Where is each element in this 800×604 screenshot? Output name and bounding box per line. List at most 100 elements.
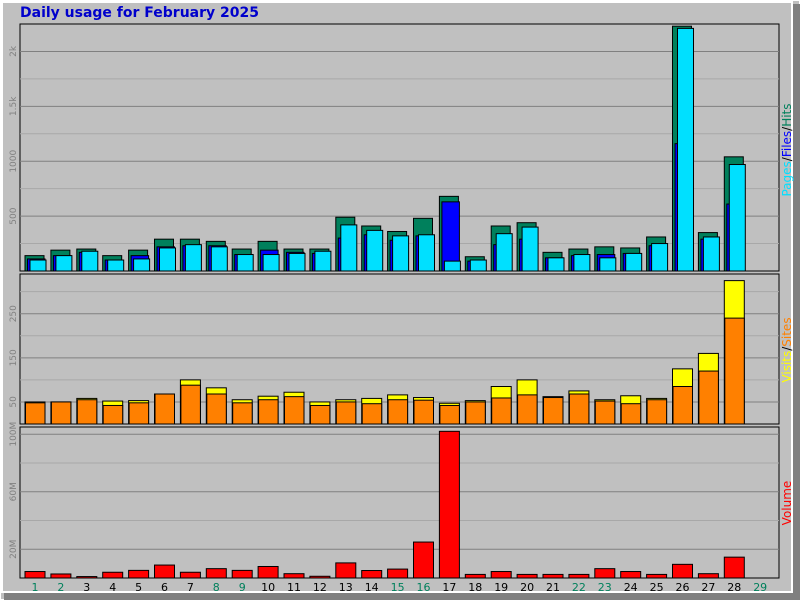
bar-sites-day-22 xyxy=(568,393,590,425)
bar-sites-day-8 xyxy=(206,393,227,425)
day-label-7: 7 xyxy=(187,581,194,594)
bar-pages-day-2 xyxy=(55,255,73,272)
bar-volume-day-5 xyxy=(128,569,150,579)
bar-pages-day-9 xyxy=(236,254,254,272)
day-label-20: 20 xyxy=(520,581,534,594)
bar-volume-day-28 xyxy=(723,556,745,579)
bar-sites-day-26 xyxy=(672,386,693,425)
bar-sites-day-10 xyxy=(258,399,279,425)
day-label-23: 23 xyxy=(598,581,612,594)
day-label-24: 24 xyxy=(624,581,638,594)
bar-volume-day-4 xyxy=(102,571,124,579)
bar-volume-day-12 xyxy=(309,575,331,579)
bar-volume-day-7 xyxy=(179,571,201,579)
bar-sites-day-16 xyxy=(413,399,434,425)
bar-pages-day-12 xyxy=(314,250,332,272)
bar-sites-day-9 xyxy=(232,402,253,425)
bar-volume-day-1 xyxy=(24,571,46,579)
day-label-12: 12 xyxy=(313,581,327,594)
bar-volume-day-21 xyxy=(542,573,564,579)
bar-volume-day-24 xyxy=(620,571,642,579)
plot-area xyxy=(19,426,780,579)
legend-middle-segment: Sites xyxy=(780,317,794,346)
bar-pages-day-13 xyxy=(340,224,358,272)
bar-sites-day-3 xyxy=(76,399,98,425)
bar-volume-day-9 xyxy=(231,569,253,579)
day-label-2: 2 xyxy=(57,581,64,594)
bar-sites-day-27 xyxy=(698,370,719,425)
bar-volume-day-22 xyxy=(568,573,590,579)
legend-middle: Visits/Sites xyxy=(780,317,794,382)
bar-pages-day-25 xyxy=(651,243,669,272)
bar-volume-day-19 xyxy=(490,571,512,579)
legend-top-segment: Pages xyxy=(780,161,794,196)
day-label-28: 28 xyxy=(727,581,741,594)
bar-volume-day-14 xyxy=(361,570,383,579)
bar-pages-day-10 xyxy=(262,254,280,272)
bar-pages-day-20 xyxy=(521,226,539,272)
day-label-16: 16 xyxy=(417,581,431,594)
bar-sites-day-15 xyxy=(387,399,409,425)
legend-top: Pages/Files/Hits xyxy=(780,103,794,196)
bar-sites-day-11 xyxy=(284,396,305,425)
day-label-13: 13 xyxy=(339,581,353,594)
bar-volume-day-11 xyxy=(283,573,305,579)
bar-pages-day-1 xyxy=(29,259,47,272)
bar-pages-day-19 xyxy=(495,233,513,272)
day-label-19: 19 xyxy=(494,581,508,594)
bar-pages-day-22 xyxy=(573,254,591,272)
bar-volume-day-27 xyxy=(697,573,719,579)
bar-pages-day-23 xyxy=(599,257,617,272)
bar-pages-day-3 xyxy=(81,250,99,272)
y-tick-label: 100M xyxy=(9,422,19,447)
day-label-6: 6 xyxy=(161,581,168,594)
y-tick-label: 1.5k xyxy=(9,96,19,116)
legend-top-segment: Hits xyxy=(780,103,794,126)
bar-pages-day-8 xyxy=(210,246,228,272)
bar-pages-day-18 xyxy=(469,259,487,272)
bar-sites-day-1 xyxy=(25,402,46,425)
bar-pages-day-4 xyxy=(107,259,125,272)
bar-sites-day-23 xyxy=(594,400,616,425)
legend-bottom: Volume xyxy=(780,481,794,526)
bar-pages-day-15 xyxy=(392,235,410,272)
day-label-18: 18 xyxy=(468,581,482,594)
bar-sites-day-24 xyxy=(620,403,642,425)
bar-pages-day-26 xyxy=(677,27,694,272)
bar-sites-day-7 xyxy=(180,384,201,425)
y-tick-label: 2k xyxy=(9,45,19,57)
y-tick-label: 60M xyxy=(9,482,19,501)
day-label-17: 17 xyxy=(442,581,456,594)
bar-volume-day-17 xyxy=(438,430,460,579)
legend-middle-segment: Visits xyxy=(780,351,794,383)
bar-pages-day-14 xyxy=(366,229,384,272)
bar-pages-day-21 xyxy=(547,257,565,272)
bar-pages-day-24 xyxy=(625,252,643,272)
panel-volume: 20M 60M 100M xyxy=(9,422,780,579)
y-tick-label: 1000 xyxy=(9,149,19,172)
bar-pages-day-11 xyxy=(288,252,306,272)
day-label-26: 26 xyxy=(676,581,690,594)
bar-pages-day-16 xyxy=(418,234,435,272)
y-tick-label: 500 xyxy=(9,207,19,224)
y-tick-label: 250 xyxy=(9,305,19,322)
page-title: Daily usage for February 2025 xyxy=(20,5,259,21)
bar-pages-day-5 xyxy=(133,258,151,272)
day-label-1: 1 xyxy=(32,581,39,594)
day-label-11: 11 xyxy=(287,581,301,594)
usage-report-frame: 500 1000 1.5k 2k 50 150 250 20M 60M 100M Pages/Fi… xyxy=(0,0,800,601)
bar-volume-day-6 xyxy=(154,564,175,579)
bar-volume-day-23 xyxy=(594,568,616,579)
bar-volume-day-10 xyxy=(257,565,279,579)
day-label-22: 22 xyxy=(572,581,586,594)
bar-sites-day-20 xyxy=(517,394,538,425)
day-label-29: 29 xyxy=(753,581,767,594)
bar-sites-day-28 xyxy=(724,317,745,425)
day-label-21: 21 xyxy=(546,581,560,594)
day-label-3: 3 xyxy=(83,581,90,594)
day-label-9: 9 xyxy=(239,581,246,594)
bar-sites-day-13 xyxy=(335,401,357,425)
bar-sites-day-21 xyxy=(543,397,564,425)
bar-volume-day-8 xyxy=(205,568,227,579)
bar-volume-day-25 xyxy=(646,573,668,579)
